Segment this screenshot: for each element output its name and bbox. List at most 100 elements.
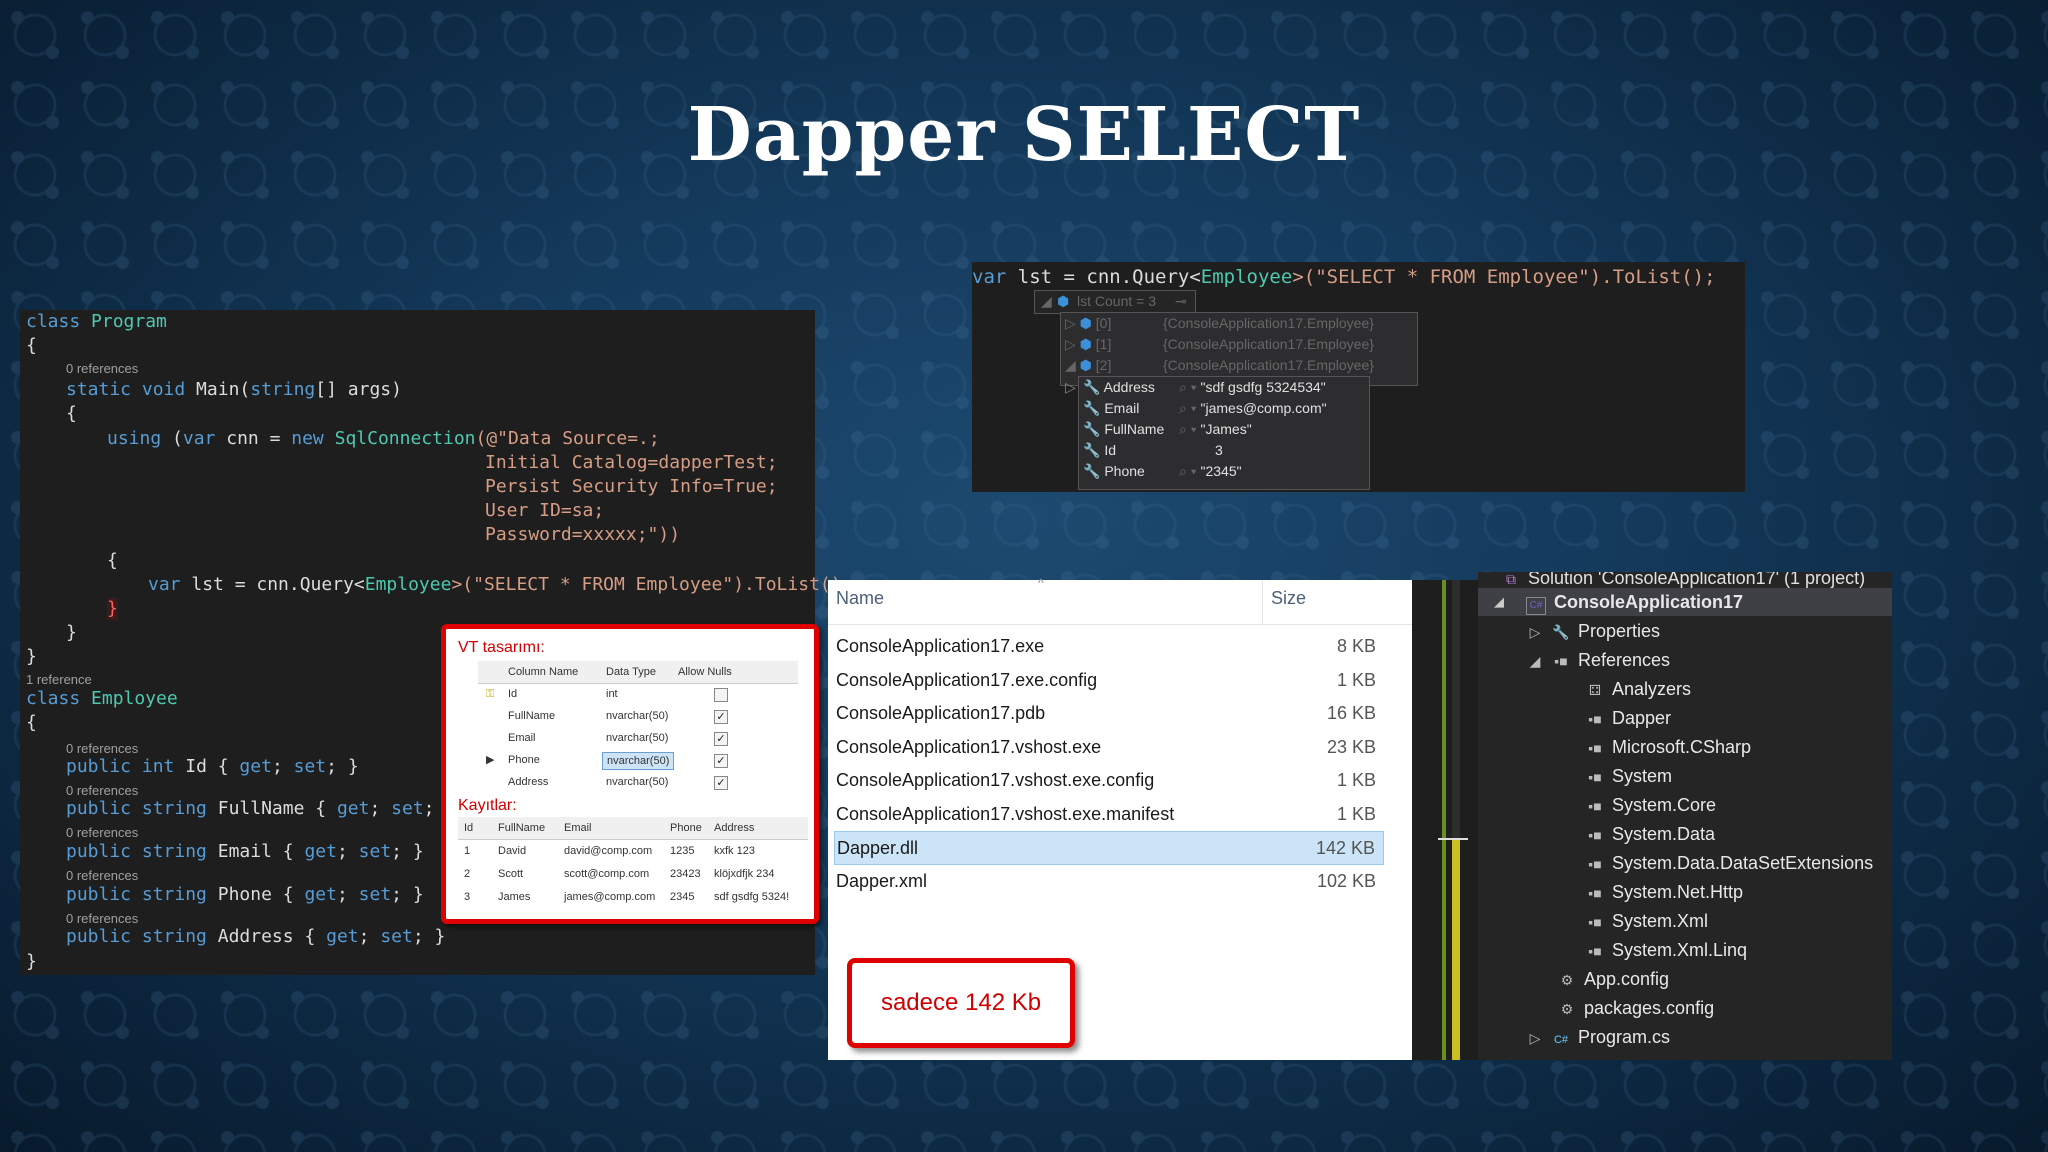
config-file-icon: ⚙ <box>1560 1001 1574 1017</box>
code-string-line: Password=xxxxx;")) <box>485 524 681 545</box>
datatip-prop[interactable]: 🔧 Phone <box>1083 463 1145 480</box>
record-row[interactable]: 1 David david@comp.com 1235 kxfk 123 <box>458 840 808 862</box>
breakpoint-brace[interactable]: } <box>107 598 118 620</box>
debug-code-line: var lst = cnn.Query<Employee>("SELECT * … <box>972 266 1716 288</box>
code-brace: { <box>66 403 77 424</box>
reference-icon: ▪■ <box>1588 711 1602 727</box>
expand-icon[interactable]: ▷ <box>1526 618 1544 646</box>
primary-key-icon: ⚿ <box>486 688 495 700</box>
datatip-prop[interactable]: 🔧 Id <box>1083 442 1116 459</box>
reference-node[interactable]: ▪■ Dapper <box>1586 704 1671 732</box>
row-pointer-icon: ▶ <box>486 754 495 766</box>
records-grid: Id FullName Email Phone Address 1 David … <box>458 817 808 909</box>
file-row-selected[interactable]: Dapper.dll 142 KB <box>834 831 1384 865</box>
reference-node[interactable]: ▪■ Microsoft.CSharp <box>1586 733 1751 761</box>
design-row-selected[interactable]: ▶ Phone nvarchar(50) ✓ <box>478 749 798 771</box>
reference-node[interactable]: ▪■ System <box>1586 762 1672 790</box>
design-row[interactable]: Address nvarchar(50) ✓ <box>478 771 798 793</box>
tree-node-references[interactable]: ◢ ▪■ References <box>1526 646 1670 674</box>
reference-node[interactable]: ▪■ System.Xml.Linq <box>1586 936 1747 964</box>
wrench-icon: 🔧 <box>1083 379 1101 395</box>
allow-nulls-checkbox[interactable]: ✓ <box>714 776 728 790</box>
analyzer-icon: ⚃ <box>1588 682 1602 698</box>
allow-nulls-checkbox[interactable]: ✓ <box>714 710 728 724</box>
datatip-prop[interactable]: 🔧 Email <box>1083 400 1139 417</box>
design-row[interactable]: Email nvarchar(50) ✓ <box>478 727 798 749</box>
records-label: Kayıtlar: <box>458 797 517 814</box>
reference-icon: ▪■ <box>1588 914 1602 930</box>
datatip-item-expanded[interactable]: ◢ ⬢ [2] <box>1065 357 1111 374</box>
design-label: VT tasarımı: <box>458 639 545 656</box>
collapse-icon[interactable]: ◢ <box>1494 588 1504 616</box>
reference-count: 0 references <box>66 361 139 376</box>
reference-icon: ▪■ <box>1588 740 1602 756</box>
reference-icon: ▪■ <box>1588 856 1602 872</box>
file-node[interactable]: ⚙ packages.config <box>1558 994 1714 1022</box>
datatip-prop[interactable]: 🔧 Address <box>1083 379 1155 396</box>
code-prop-id: public int Id { get; set; } <box>66 756 359 777</box>
file-row[interactable]: ConsoleApplication17.exe 8 KB <box>836 630 1384 662</box>
records-grid-header: Id FullName Email Phone Address <box>458 817 808 840</box>
reference-node[interactable]: ▪■ System.Data.DataSetExtensions <box>1586 849 1873 877</box>
object-icon: ⬢ <box>1057 293 1070 309</box>
wrench-icon: 🔧 <box>1083 421 1101 437</box>
allow-nulls-checkbox[interactable]: ✓ <box>714 754 728 768</box>
allow-nulls-checkbox[interactable]: ✓ <box>714 732 728 746</box>
reference-node[interactable]: ⚃ Analyzers <box>1586 675 1691 703</box>
wrench-icon: 🔧 <box>1083 463 1101 479</box>
file-row[interactable]: ConsoleApplication17.exe.config 1 KB <box>836 664 1384 696</box>
file-row[interactable]: ConsoleApplication17.vshost.exe.config 1 … <box>836 764 1384 796</box>
allow-nulls-checkbox[interactable] <box>714 688 728 702</box>
column-header-size[interactable]: Size <box>1271 588 1306 609</box>
file-row[interactable]: ConsoleApplication17.vshost.exe.manifest… <box>836 798 1384 830</box>
magnifier-icon[interactable]: ⌕ ▾ <box>1179 463 1197 479</box>
reference-icon: ▪■ <box>1588 769 1602 785</box>
datatip-list[interactable]: ◢ ⬢ lst Count = 3 ⊸ <box>1034 290 1196 314</box>
solution-explorer: ⧉ Solution 'ConsoleApplication17' (1 proj… <box>1478 572 1892 1060</box>
pin-icon[interactable]: ⊸ <box>1175 293 1187 310</box>
database-design-callout: VT tasarımı: Column Name Data Type Allow… <box>441 624 819 924</box>
datatip-item[interactable]: ▷ ⬢ [1] <box>1065 336 1111 353</box>
file-node[interactable]: ▷ C# Program.cs <box>1526 1023 1670 1051</box>
reference-node[interactable]: ▪■ System.Net.Http <box>1586 878 1743 906</box>
file-row[interactable]: ConsoleApplication17.pdb 16 KB <box>836 697 1384 729</box>
code-line-class-employee: class Employee <box>26 688 178 709</box>
wrench-icon: 🔧 <box>1083 400 1101 416</box>
csharp-file-icon: C# <box>1553 1034 1569 1046</box>
reference-node[interactable]: ▪■ System.Core <box>1586 791 1716 819</box>
config-file-icon: ⚙ <box>1560 972 1574 988</box>
code-line-using: using (var cnn = new SqlConnection(@"Dat… <box>107 428 660 449</box>
file-node[interactable]: ⚙ App.config <box>1558 965 1669 993</box>
file-row[interactable]: ConsoleApplication17.vshost.exe 23 KB <box>836 731 1384 763</box>
reference-node[interactable]: ▪■ System.Xml <box>1586 907 1708 935</box>
tree-node-properties[interactable]: ▷ 🔧 Properties <box>1526 617 1660 645</box>
file-row[interactable]: Dapper.xml 102 KB <box>836 865 1384 897</box>
datatip-properties: ▷ 🔧 Address ⌕ ▾ "sdf gsdfg 5324534" 🔧 Em… <box>1065 376 1370 490</box>
code-prop-email: public string Email { get; set; } <box>66 841 424 862</box>
code-line-class-program: class Program <box>26 311 167 332</box>
magnifier-icon[interactable]: ⌕ ▾ <box>1179 421 1197 437</box>
code-string-line: Initial Catalog=dapperTest; <box>485 452 778 473</box>
code-string-line: Persist Security Info=True; <box>485 476 778 497</box>
column-header-name[interactable]: Name <box>836 588 884 609</box>
magnifier-icon[interactable]: ⌕ ▾ <box>1179 400 1197 416</box>
size-callout: sadece 142 Kb <box>847 958 1075 1048</box>
expand-icon[interactable]: ◢ <box>1041 293 1052 310</box>
design-row[interactable]: ⚿ Id int <box>478 683 798 705</box>
datatip-item[interactable]: ▷ ⬢ [0] <box>1065 315 1111 332</box>
record-row[interactable]: 2 Scott scott@comp.com 23423 klöjxdfjk 2… <box>458 863 808 885</box>
reference-icon: ▪■ <box>1588 885 1602 901</box>
magnifier-icon[interactable]: ⌕ ▾ <box>1179 379 1197 395</box>
project-node[interactable]: ◢ C# ConsoleApplication17 <box>1478 588 1892 616</box>
code-brace: } <box>66 622 77 643</box>
record-row[interactable]: 3 James james@comp.com 2345 sdf gsdfg 53… <box>458 886 808 908</box>
explorer-header: Name ^ Size <box>828 576 1418 625</box>
expand-icon[interactable]: ▷ <box>1526 1024 1544 1052</box>
expand-icon[interactable]: ▷ <box>1065 379 1076 396</box>
reference-node[interactable]: ▪■ System.Data <box>1586 820 1715 848</box>
code-prop-address: public string Address { get; set; } <box>66 926 446 947</box>
code-brace: } <box>26 951 37 972</box>
design-row[interactable]: FullName nvarchar(50) ✓ <box>478 705 798 727</box>
collapse-icon[interactable]: ◢ <box>1526 647 1544 675</box>
datatip-prop[interactable]: 🔧 FullName <box>1083 421 1164 438</box>
